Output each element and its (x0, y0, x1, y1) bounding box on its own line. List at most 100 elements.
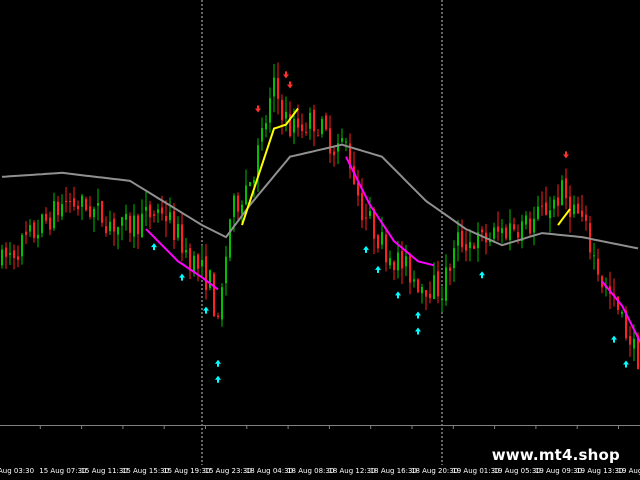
candle-body (149, 204, 151, 218)
candle-body (345, 141, 347, 143)
candle-body (457, 232, 459, 246)
candle-body (433, 275, 435, 299)
candle-body (205, 256, 207, 290)
candle-body (165, 216, 167, 222)
candle-body (253, 180, 255, 183)
candle-body (109, 221, 111, 232)
candle-body (97, 203, 99, 206)
candle-body (21, 235, 23, 257)
time-axis-tick-label: 15 Aug 23:30 (205, 467, 252, 475)
candle-body (449, 267, 451, 271)
candle-body (177, 224, 179, 238)
time-axis-tick-label: 18 Aug 16:30 (370, 467, 417, 475)
candle-body (201, 260, 203, 267)
candle-body (569, 196, 571, 217)
candle-body (529, 218, 531, 234)
candle-body (413, 279, 415, 282)
candle-body (577, 203, 579, 214)
time-axis-tick-label: 18 Aug 12:30 (328, 467, 375, 475)
candle-body (385, 234, 387, 263)
candle-body (5, 247, 7, 257)
candle-body (369, 210, 371, 216)
candle-body (241, 204, 243, 215)
time-axis-tick-label: 15 Aug 11:30 (81, 467, 128, 475)
candle-body (445, 267, 447, 301)
candle-body (89, 206, 91, 217)
candle-body (161, 207, 163, 214)
candle-body (81, 195, 83, 207)
candle-body (249, 182, 251, 187)
candle-body (389, 258, 391, 266)
candle-body (101, 200, 103, 223)
candle-body (69, 201, 71, 203)
time-axis-tick-label: 18 Aug 04:30 (246, 467, 293, 475)
candle-body (537, 206, 539, 219)
time-axis-tick-label: 15 Aug 19:30 (163, 467, 210, 475)
candle-body (581, 210, 583, 217)
candle-body (157, 209, 159, 213)
candle-body (57, 201, 59, 216)
candle-body (417, 279, 419, 292)
candle-body (317, 135, 319, 137)
candle-body (1, 249, 3, 266)
time-axis-tick-label: Aug 03:30 (0, 467, 34, 475)
candle-body (245, 185, 247, 205)
candle-body (37, 234, 39, 239)
candle-body (293, 118, 295, 133)
candle-body (269, 98, 271, 123)
candle-body (301, 124, 303, 132)
candle-body (533, 218, 535, 233)
candle-body (17, 256, 19, 260)
candle-body (465, 244, 467, 251)
candle-body (273, 77, 275, 97)
candle-body (125, 213, 127, 220)
candle-body (49, 217, 51, 230)
candle-body (341, 138, 343, 142)
candle-body (85, 199, 87, 211)
candle-body (357, 182, 359, 196)
candle-body (381, 232, 383, 245)
candle-body (629, 336, 631, 345)
candle-body (441, 298, 443, 301)
candle-body (105, 226, 107, 234)
time-axis-tick-label: 18 Aug 20:30 (411, 467, 458, 475)
time-axis-tick-label: 15 Aug 15:30 (122, 467, 169, 475)
candle-body (541, 205, 543, 207)
candle-body (77, 205, 79, 210)
candle-body (53, 201, 55, 229)
watermark: www.mt4.shop (491, 446, 620, 464)
candle-body (229, 219, 231, 258)
candle-body (237, 195, 239, 212)
candle-body (137, 215, 139, 235)
time-axis-tick-label: 15 Aug 07:30 (39, 467, 86, 475)
candle-body (117, 226, 119, 235)
candle-body (361, 193, 363, 221)
time-axis-tick-label: 19 Aug 01:30 (452, 467, 499, 475)
candle-body (113, 218, 115, 232)
candle-body (213, 273, 215, 317)
candle-body (265, 123, 267, 130)
candle-body (133, 215, 135, 237)
candle-body (313, 109, 315, 132)
candle-body (565, 178, 567, 199)
candle-body (189, 248, 191, 271)
candle-body (397, 252, 399, 271)
candle-body (13, 250, 15, 258)
time-axis-tick-label: 18 Aug 08:30 (287, 467, 334, 475)
candle-body (65, 200, 67, 203)
candle-body (45, 213, 47, 221)
candle-body (549, 210, 551, 219)
candle-body (365, 217, 367, 219)
candle-body (181, 224, 183, 253)
candle-body (557, 197, 559, 206)
candle-body (185, 250, 187, 253)
candle-body (481, 229, 483, 233)
candle-body (393, 261, 395, 271)
candle-body (425, 290, 427, 297)
price-chart[interactable]: Aug 03:30 15 Aug 07:3015 Aug 11:3015 Aug … (0, 0, 640, 480)
candle-body (329, 128, 331, 154)
candle-body (497, 226, 499, 232)
candle-body (453, 248, 455, 268)
candle-body (169, 212, 171, 221)
candle-body (437, 271, 439, 297)
